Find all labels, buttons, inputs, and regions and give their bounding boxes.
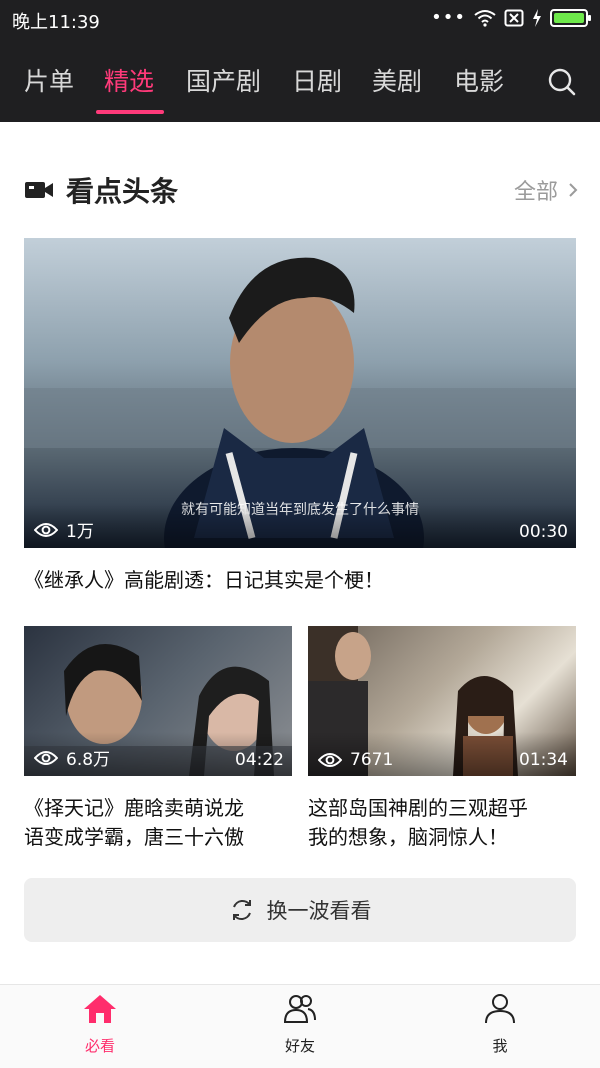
active-tab-indicator	[96, 110, 164, 114]
video-thumbnail[interactable]: 7671 01:34	[308, 626, 576, 776]
video-camera-icon	[25, 182, 53, 198]
home-icon	[84, 995, 116, 1023]
top-nav: 片单 精选 国产剧 日剧 美剧 电影	[0, 38, 600, 122]
video-duration: 00:30	[519, 522, 568, 542]
tab-pian-dan[interactable]: 片单	[24, 62, 74, 98]
video-duration: 01:34	[519, 750, 568, 770]
view-count-value: 1万	[66, 522, 94, 542]
bottom-nav-friends[interactable]: 好友	[260, 993, 340, 1056]
thumbnail-gradient	[24, 504, 576, 548]
video-caption[interactable]: 《择天记》鹿晗卖萌说龙 语变成学霸，唐三十六傲	[24, 794, 292, 852]
friends-icon	[283, 995, 316, 1023]
view-count: 1万	[34, 517, 94, 542]
tab-japanese-drama[interactable]: 日剧	[292, 62, 342, 98]
chevron-right-icon	[569, 183, 578, 197]
wifi-icon	[474, 9, 496, 27]
tab-domestic-drama[interactable]: 国产剧	[186, 62, 261, 98]
sim-off-icon	[504, 9, 524, 26]
more-dots-icon: •••	[431, 7, 466, 28]
video-caption-line: 我的想象，脑洞惊人！	[308, 825, 508, 849]
see-all-link[interactable]: 全部	[514, 174, 578, 206]
charging-icon	[533, 8, 541, 27]
video-caption-line: 《择天记》鹿晗卖萌说龙	[24, 796, 244, 820]
view-count: 6.8万	[34, 745, 110, 770]
eye-icon	[318, 753, 342, 767]
featured-video-thumbnail[interactable]: 就有可能知道当年到底发生了什么事情 1万 00:30	[24, 238, 576, 548]
bottom-nav: 必看 好友 我	[0, 984, 600, 1068]
video-caption-line: 语变成学霸，唐三十六傲	[24, 825, 244, 849]
search-icon[interactable]	[548, 68, 576, 96]
bottom-nav-label: 我	[492, 1037, 508, 1055]
view-count-value: 6.8万	[66, 750, 111, 770]
refresh-button[interactable]: 换一波看看	[24, 878, 576, 942]
bottom-nav-label: 好友	[284, 1037, 315, 1055]
section-title: 看点头条	[66, 175, 179, 208]
battery-icon	[550, 8, 591, 27]
video-thumbnail[interactable]: 6.8万 04:22	[24, 626, 292, 776]
tab-featured[interactable]: 精选	[104, 62, 154, 98]
see-all-label: 全部	[513, 180, 558, 205]
video-caption[interactable]: 这部岛国神剧的三观超乎 我的想象，脑洞惊人！	[308, 794, 576, 852]
bottom-nav-label: 必看	[84, 1037, 115, 1055]
featured-video-caption[interactable]: 《继承人》高能剧透：日记其实是个梗！	[24, 566, 576, 595]
bottom-nav-me[interactable]: 我	[460, 993, 540, 1056]
tab-american-drama[interactable]: 美剧	[372, 62, 422, 98]
profile-icon	[485, 994, 515, 1024]
status-bar: 晚上11:39 •••	[0, 0, 600, 38]
refresh-icon	[232, 900, 251, 920]
video-duration: 04:22	[235, 750, 284, 770]
tab-movies[interactable]: 电影	[454, 62, 504, 98]
bottom-nav-must-watch[interactable]: 必看	[60, 993, 140, 1056]
section-header: 看点头条	[24, 170, 178, 210]
video-caption-line: 这部岛国神剧的三观超乎	[308, 796, 528, 820]
eye-icon	[34, 750, 58, 765]
status-time: 晚上11:39	[12, 12, 100, 33]
view-count: 7671	[318, 750, 393, 770]
refresh-label: 换一波看看	[266, 899, 372, 923]
eye-icon	[34, 522, 58, 537]
status-icons: •••	[431, 7, 591, 28]
view-count-value: 7671	[350, 750, 394, 770]
